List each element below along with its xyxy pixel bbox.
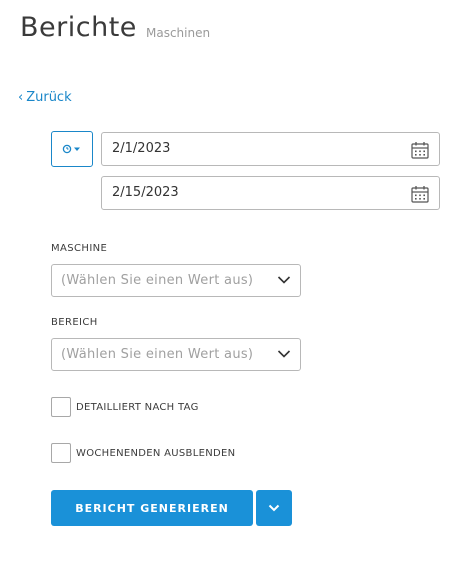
- back-link[interactable]: ‹ Zurück: [18, 90, 72, 106]
- chevron-down-icon: [277, 350, 291, 358]
- generate-report-button[interactable]: BERICHT GENERIEREN: [51, 490, 253, 526]
- clock-icon: [62, 144, 80, 154]
- page-subtitle: Maschinen: [146, 26, 211, 40]
- chevron-down-icon: [268, 504, 280, 512]
- area-label: BEREICH: [51, 317, 98, 328]
- back-link-label: Zurück: [26, 90, 72, 105]
- calendar-icon[interactable]: [411, 141, 429, 159]
- detailed-by-day-label: DETAILLIERT NACH TAG: [76, 402, 199, 413]
- area-select-placeholder: (Wählen Sie einen Wert aus): [61, 347, 254, 362]
- start-date-input[interactable]: 2/1/2023: [101, 132, 440, 166]
- time-selector-button[interactable]: [51, 131, 93, 167]
- machine-select[interactable]: (Wählen Sie einen Wert aus): [51, 264, 301, 297]
- start-date-value: 2/1/2023: [112, 141, 171, 156]
- end-date-value: 2/15/2023: [112, 185, 179, 200]
- hide-weekends-label: WOCHENENDEN AUSBLENDEN: [76, 448, 236, 459]
- detailed-by-day-checkbox[interactable]: [51, 397, 71, 417]
- end-date-input[interactable]: 2/15/2023: [101, 176, 440, 210]
- hide-weekends-checkbox[interactable]: [51, 443, 71, 463]
- chevron-left-icon: ‹: [18, 90, 24, 105]
- chevron-down-icon: [277, 276, 291, 284]
- calendar-icon[interactable]: [411, 185, 429, 203]
- generate-options-dropdown-button[interactable]: [256, 490, 292, 526]
- machine-label: MASCHINE: [51, 243, 108, 254]
- area-select[interactable]: (Wählen Sie einen Wert aus): [51, 338, 301, 371]
- page-title: Berichte: [20, 12, 137, 43]
- machine-select-placeholder: (Wählen Sie einen Wert aus): [61, 273, 254, 288]
